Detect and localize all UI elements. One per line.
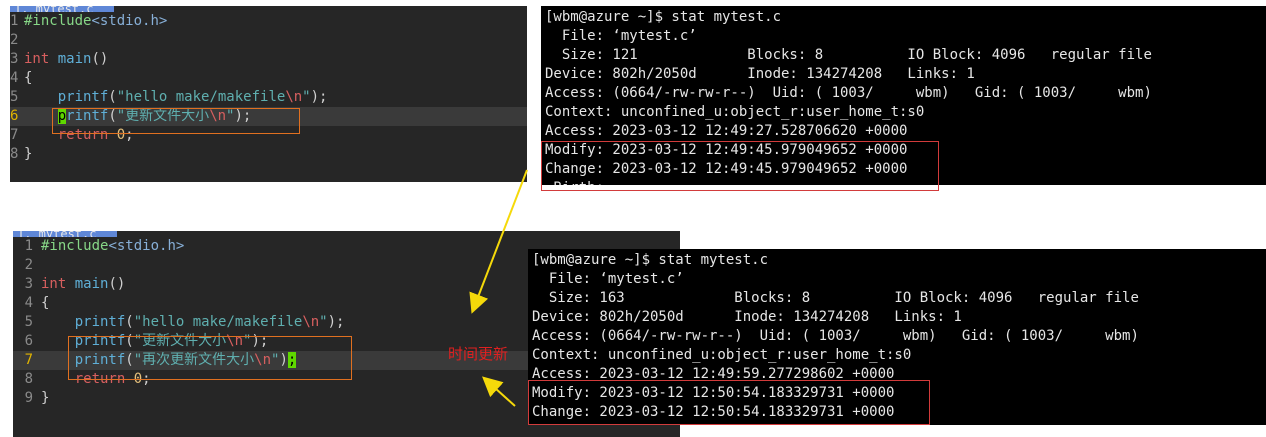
time-updated-label: 时间更新 (448, 345, 509, 363)
line-number: 1 (24, 238, 33, 254)
line-number: 2 (24, 257, 33, 273)
bottom-terminal-output-line: Size: 163 Blocks: 8 IO Block: 4096 regul… (532, 290, 1139, 306)
top-editor-code-line[interactable]: 8} (10, 145, 527, 164)
top-vim-editor[interactable]: 1. mytest.c 1#include<stdio.h>23int main… (10, 6, 527, 182)
code-token: ); (327, 314, 345, 330)
top-editor-code-line[interactable]: 1 #include<stdio.h> (10, 12, 527, 31)
code-text: printf("hello make/makefile\n"); (41, 313, 345, 332)
code-token: ( (125, 314, 134, 330)
line-number: 9 (24, 390, 33, 406)
code-token: \n (302, 314, 320, 330)
top-editor-highlight-box (52, 108, 300, 134)
code-token: } (24, 146, 33, 162)
code-token: " (302, 89, 311, 105)
code-text: { (41, 294, 49, 313)
top-terminal-output-line: File: ‘mytest.c’ (545, 28, 697, 44)
code-text: #include<stdio.h> (41, 237, 184, 256)
line-number: 8 (10, 146, 19, 162)
code-text: #include<stdio.h> (24, 12, 167, 31)
line-number: 8 (24, 371, 33, 387)
code-token: "hello make/makefile (133, 314, 303, 330)
bottom-editor-highlight-box (68, 336, 352, 380)
code-token: int (41, 276, 67, 292)
code-token: "hello make/makefile (116, 89, 286, 105)
bottom-terminal-output-line: [wbm@azure ~]$ stat mytest.c (532, 252, 769, 268)
top-editor-code-line[interactable]: 2 (10, 31, 527, 50)
bottom-terminal-output-line: File: ‘mytest.c’ (532, 271, 684, 287)
line-number: 7 (10, 127, 19, 143)
line-number: 3 (10, 51, 19, 67)
code-token: { (41, 295, 50, 311)
top-editor-code-line[interactable]: 3 int main() (10, 50, 527, 69)
code-text: int main() (24, 50, 108, 69)
code-token: " (319, 314, 328, 330)
code-token: #include (24, 13, 92, 29)
line-number: 3 (24, 276, 33, 292)
code-token: <stdio.h> (108, 238, 185, 254)
top-terminal-output-line: [wbm@azure ~]$ stat mytest.c (545, 9, 782, 25)
top-terminal-output-line: Access: (0664/-rw-rw-r--) Uid: ( 1003/ w… (545, 85, 1152, 101)
code-text: } (41, 389, 49, 408)
code-token: { (24, 70, 33, 86)
code-text: { (24, 69, 32, 88)
top-terminal-highlight-box (541, 141, 939, 191)
code-text: int main() (41, 275, 125, 294)
code-token: ( (108, 89, 117, 105)
top-terminal-output-line: Size: 121 Blocks: 8 IO Block: 4096 regul… (545, 47, 1152, 63)
code-token: main (57, 51, 92, 67)
bottom-terminal-highlight-box (528, 380, 930, 425)
line-number: 6 (24, 333, 33, 349)
code-token: () (91, 51, 109, 67)
code-token: printf (24, 89, 109, 105)
code-token: <stdio.h> (91, 13, 168, 29)
code-token: } (41, 390, 50, 406)
line-number: 1 (10, 13, 19, 29)
bottom-terminal-output-line: Access: (0664/-rw-rw-r--) Uid: ( 1003/ w… (532, 328, 1139, 344)
code-text: } (24, 145, 32, 164)
code-token: main (74, 276, 109, 292)
line-number: 4 (10, 70, 19, 86)
bottom-terminal-output-line: Context: unconfined_u:object_r:user_home… (532, 347, 912, 363)
top-editor-code-line[interactable]: 5 printf("hello make/makefile\n"); (10, 88, 527, 107)
bottom-terminal-output-line: Device: 802h/2050d Inode: 134274208 Link… (532, 309, 962, 325)
line-number: 4 (24, 295, 33, 311)
top-terminal-output-line: Access: 2023-03-12 12:49:27.528706620 +0… (545, 123, 908, 139)
line-number: 5 (24, 314, 33, 330)
top-terminal-output-line: Context: unconfined_u:object_r:user_home… (545, 104, 925, 120)
code-text: printf("hello make/makefile\n"); (24, 88, 328, 107)
line-number: 2 (10, 32, 19, 48)
top-terminal-output-line: Device: 802h/2050d Inode: 134274208 Link… (545, 66, 975, 82)
top-editor-code-line[interactable]: 4{ (10, 69, 527, 88)
line-number: 7 (24, 352, 33, 368)
line-number: 5 (10, 89, 19, 105)
code-token: int (24, 51, 50, 67)
line-number: 6 (10, 108, 19, 124)
code-token: #include (41, 238, 109, 254)
code-token: printf (41, 314, 126, 330)
code-token: () (108, 276, 126, 292)
code-token: \n (285, 89, 303, 105)
code-token: ); (310, 89, 328, 105)
